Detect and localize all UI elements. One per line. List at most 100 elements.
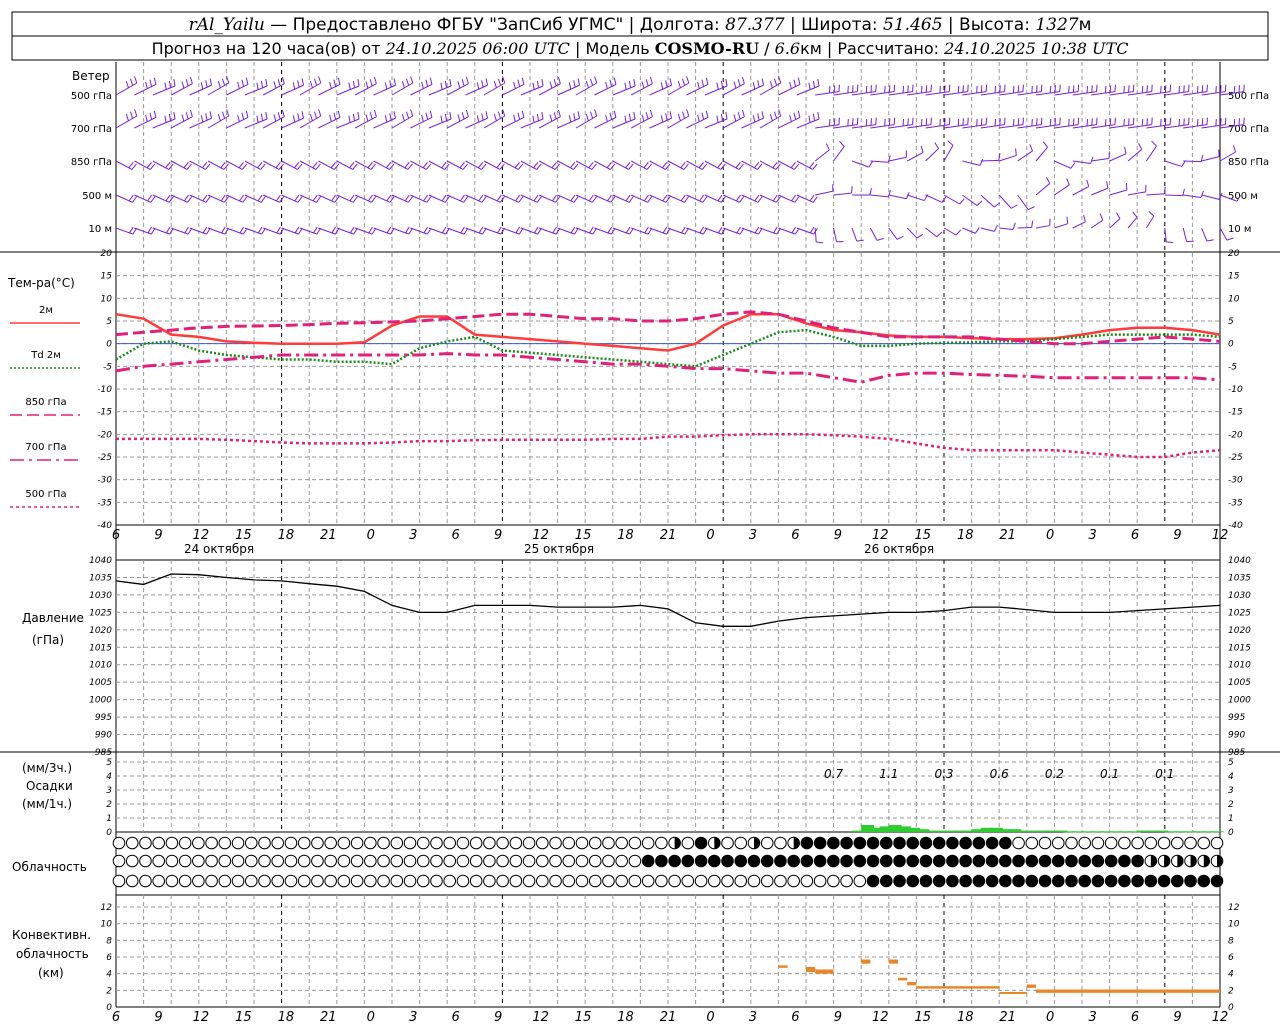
x-axis-ticks-lower: 6 9 12 15 18 21 0 3 6 9 12 15 18 21 0 3 6 9 12 15 18 21 0 3 6 9 12 [112, 1010, 1228, 1024]
cloud-symbol [205, 836, 218, 850]
x-tick-label: 6 [791, 1010, 799, 1024]
wind-barb [115, 76, 138, 96]
pressure-ytick: 1005 [1228, 678, 1251, 688]
cloud-symbol [760, 874, 774, 888]
cloud-symbol [1078, 854, 1092, 868]
cloud-symbol [919, 854, 933, 868]
precip-sum-label: 0.6 [990, 767, 1009, 781]
cloud-symbol [972, 874, 986, 888]
wind-barb [244, 112, 268, 129]
temp-ytick: 0 [1228, 340, 1234, 350]
cloud-symbol [747, 854, 761, 868]
x-tick-label: 15 [914, 1010, 931, 1024]
conv-bar [778, 965, 788, 968]
temp-ytick: -5 [1228, 362, 1237, 372]
x-tick-label: 3 [749, 528, 757, 543]
cloud-symbol [469, 854, 483, 868]
wind-barb [1017, 84, 1043, 96]
cloud-symbol [390, 854, 404, 868]
pressure-ytick: 995 [95, 713, 112, 723]
cloud-symbol [1051, 874, 1065, 888]
cloud-symbol [522, 836, 536, 850]
cloud-symbol [708, 874, 721, 888]
wind-barb [852, 188, 872, 196]
wind-barb [870, 117, 896, 129]
x-tick-label: 12 [193, 528, 210, 543]
wind-barb [925, 194, 947, 203]
cloud-symbol [602, 874, 615, 888]
cloud-symbol [760, 854, 774, 868]
wind-barb [612, 160, 634, 170]
wind-barb [171, 226, 193, 235]
model-label: | Модель [570, 39, 655, 58]
wind-barb [1017, 117, 1043, 129]
cloud-symbol [311, 874, 324, 888]
cloud-symbol [443, 836, 457, 850]
cloud-symbol [536, 874, 549, 888]
wind-barb [502, 77, 525, 96]
cloud-symbol [377, 874, 390, 888]
wind-barb [557, 194, 579, 203]
wind-barb [354, 160, 376, 170]
wind-barb [778, 160, 800, 170]
cloud-symbol [152, 836, 165, 850]
precip-sum-label: 0.1 [1100, 767, 1119, 781]
cloud-symbol [205, 854, 218, 868]
wind-barb [796, 160, 818, 170]
wind-barb [410, 160, 432, 170]
cloud-symbol [1210, 874, 1224, 888]
wind-barb [759, 194, 781, 203]
wind-barb [1017, 194, 1035, 211]
wind-barb [226, 160, 248, 170]
wind-barb [318, 160, 340, 170]
temp-title: Тем-ра(°C) [7, 276, 75, 290]
wind-barb [999, 148, 1017, 162]
resolution-sep: / [759, 39, 775, 58]
resolution-unit: км [800, 39, 822, 58]
temp-ytick: 0 [106, 340, 112, 350]
wind-barb [962, 117, 988, 129]
temp-ytick: 15 [101, 272, 113, 282]
temp-ytick: 5 [106, 317, 112, 327]
cloud-symbol [430, 836, 443, 850]
cloud-symbol [430, 874, 443, 888]
cloud-symbol [1051, 836, 1065, 850]
wind-barb [907, 194, 929, 202]
wind-barb [796, 194, 818, 203]
wind-barb [557, 160, 579, 170]
cloud-symbol [244, 854, 258, 868]
wind-barb [465, 194, 487, 203]
wind-barb [649, 194, 671, 203]
wind-barb [189, 194, 211, 203]
wind-barb [722, 160, 744, 170]
wind-barb [594, 226, 616, 235]
legend-label: 700 гПа [25, 442, 66, 453]
model-name: COSMO-RU [655, 39, 759, 58]
wind-barb [520, 160, 542, 170]
wind-barb [1146, 117, 1172, 129]
wind-barb [870, 155, 891, 163]
wind-levels-right: 500 гПа700 гПа850 гПа500 м10 м [1228, 91, 1269, 235]
cloud-symbol [258, 854, 271, 868]
temp-yticks: 20 20 15 15 10 10 5 5 0 0 -5 -5 -10 -10 -15 -15 -20 -20 -2… [97, 249, 1243, 531]
x-tick-label: 0 [367, 1010, 375, 1024]
cloud-symbol [1171, 854, 1184, 868]
x-tick-label: 15 [235, 528, 252, 543]
pressure-ytick: 985 [1228, 748, 1245, 758]
wind-barb [483, 194, 505, 203]
x-tick-label: 15 [914, 528, 931, 543]
cloud-symbol [1184, 836, 1197, 850]
cloud-symbol [205, 874, 218, 888]
wind-barb [796, 79, 820, 96]
cloud-symbol [522, 874, 536, 888]
cloud-symbol [284, 854, 298, 868]
wind-barb [998, 194, 1018, 209]
x-tick-label: 12 [193, 1010, 210, 1024]
cloud-symbol [1065, 854, 1078, 868]
cloud-symbol [430, 854, 443, 868]
date-label: 26 октября [864, 542, 934, 556]
x-tick-label: 0 [706, 528, 714, 543]
wind-level-label: 500 м [1228, 191, 1258, 202]
calc-label: | Рассчитано: [822, 39, 944, 58]
wind-barb [796, 112, 820, 129]
